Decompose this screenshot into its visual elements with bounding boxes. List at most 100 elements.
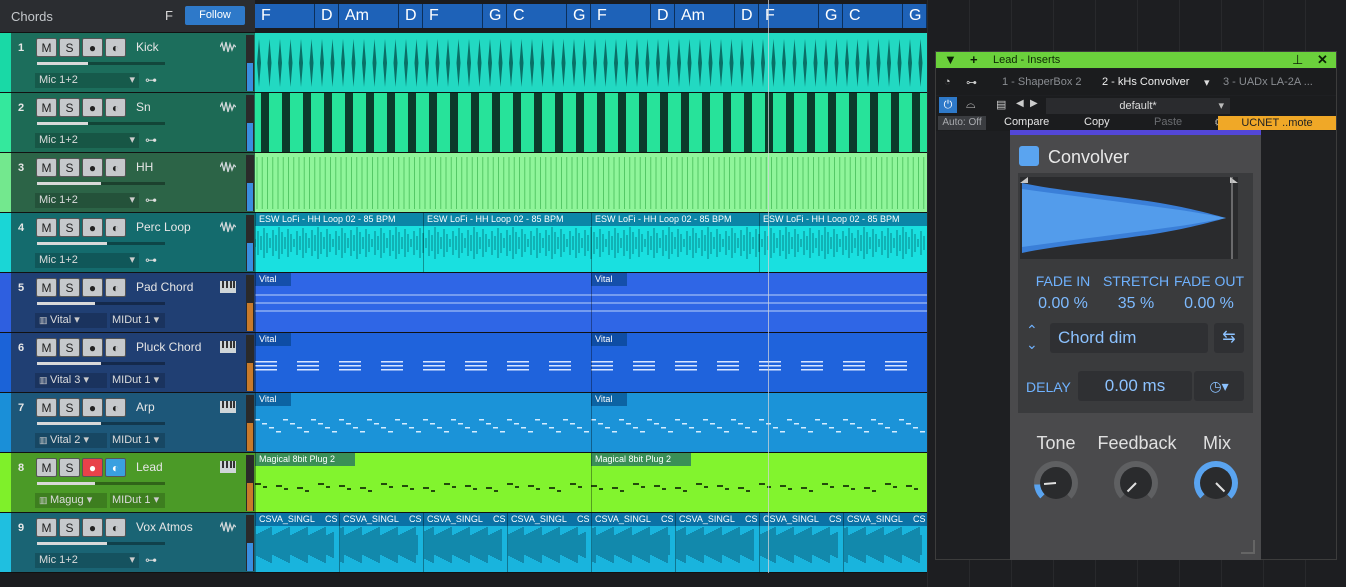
- instrument-select[interactable]: ▥ Vital 3 ▾: [35, 373, 107, 388]
- mute-button[interactable]: M: [36, 158, 57, 177]
- solo-button[interactable]: S: [59, 338, 80, 357]
- track-name[interactable]: Vox Atmos: [136, 520, 193, 534]
- clip-label[interactable]: CSVA_SINGL: [339, 513, 405, 526]
- clip-label[interactable]: CS: [741, 513, 759, 526]
- track-lane[interactable]: CSVA_SINGL CS CSVA_SINGL CS CSVA_SINGL CS CSVA…: [255, 513, 927, 573]
- solo-button[interactable]: S: [59, 458, 80, 477]
- track-header[interactable]: 9MS●◐ Vox Atmos Mic 1+2 ⊶: [0, 513, 255, 573]
- clip-label[interactable]: ESW LoFi - HH Loop 02 - 85 BPM: [255, 213, 423, 226]
- delay-sync-icon[interactable]: ◷▾: [1194, 371, 1244, 401]
- track-color-strip[interactable]: [0, 333, 11, 392]
- track-header[interactable]: 6 M S ● ◐ Pluck Chord ▥ Vital 3 ▾ MIDut 1 ▾: [0, 333, 255, 393]
- monitor-button[interactable]: ◐: [105, 518, 126, 537]
- input-select[interactable]: Mic 1+2: [35, 253, 139, 268]
- track-name[interactable]: HH: [136, 160, 153, 174]
- clip-label[interactable]: CSVA_SINGL: [423, 513, 489, 526]
- mute-button[interactable]: M: [36, 98, 57, 117]
- input-select[interactable]: Mic 1+2: [35, 193, 139, 208]
- track-lane[interactable]: [255, 153, 927, 213]
- next-preset-icon[interactable]: ▶: [1030, 98, 1038, 109]
- track-name[interactable]: Sn: [136, 100, 151, 114]
- volume-fader[interactable]: [37, 422, 165, 425]
- chord-block[interactable]: F: [591, 4, 651, 28]
- monitor-button[interactable]: ◐: [105, 278, 126, 297]
- track-name[interactable]: Kick: [136, 40, 159, 54]
- clip-label[interactable]: CS: [657, 513, 675, 526]
- routing-icon[interactable]: ⊶: [966, 76, 977, 89]
- fade-out-value[interactable]: 0.00 %: [1174, 295, 1244, 313]
- monitor-button[interactable]: ◐: [105, 398, 126, 417]
- tab-insert-1[interactable]: 1 - ShaperBox 2: [1002, 76, 1082, 88]
- clip-label[interactable]: CS: [321, 513, 339, 526]
- track-color-strip[interactable]: [0, 93, 11, 152]
- chord-block[interactable]: Am: [339, 4, 399, 28]
- chord-block[interactable]: D: [315, 4, 339, 28]
- record-arm-button[interactable]: ●: [82, 398, 103, 417]
- swap-icon[interactable]: ⇆: [1214, 323, 1244, 353]
- stretch-value[interactable]: 35 %: [1101, 295, 1171, 313]
- volume-fader[interactable]: [37, 482, 165, 485]
- monitor-button[interactable]: ◐: [105, 158, 126, 177]
- bypass-all-icon[interactable]: ◔: [944, 76, 951, 88]
- automation-icon[interactable]: ⌓: [966, 97, 976, 112]
- chord-block[interactable]: F: [255, 4, 315, 28]
- record-arm-button[interactable]: ●: [82, 218, 103, 237]
- compare-button[interactable]: Compare: [1004, 116, 1049, 128]
- instrument-select[interactable]: ▥ Vital ▾: [35, 313, 107, 328]
- monitor-button[interactable]: ◐: [105, 458, 126, 477]
- clip-label[interactable]: CS: [573, 513, 591, 526]
- close-icon[interactable]: ✕: [1317, 52, 1328, 68]
- chord-block[interactable]: G: [903, 4, 927, 28]
- clip-label[interactable]: Magical 8bit Plug 2: [591, 453, 691, 466]
- clip-label[interactable]: Magical 8bit Plug 2: [255, 453, 355, 466]
- monitor-button[interactable]: ◐: [105, 338, 126, 357]
- auto-off-button[interactable]: Auto: Off: [938, 116, 986, 130]
- volume-fader[interactable]: [37, 302, 165, 305]
- clip-label[interactable]: Vital: [255, 393, 291, 406]
- add-icon[interactable]: +: [970, 52, 978, 68]
- clip-label[interactable]: ESW LoFi - HH Loop 02 - 85 BPM: [423, 213, 591, 226]
- link-icon[interactable]: ⊶: [145, 74, 163, 86]
- track-color-strip[interactable]: [0, 33, 11, 92]
- solo-button[interactable]: S: [59, 38, 80, 57]
- clip-label[interactable]: Vital: [591, 273, 627, 286]
- clip-label[interactable]: Vital: [591, 333, 627, 346]
- track-name[interactable]: Pluck Chord: [136, 340, 201, 354]
- record-arm-button[interactable]: ●: [82, 278, 103, 297]
- record-arm-button[interactable]: ●: [82, 38, 103, 57]
- clip-label[interactable]: Vital: [255, 273, 291, 286]
- midi-output-select[interactable]: MIDut 1 ▾: [110, 493, 165, 508]
- solo-button[interactable]: S: [59, 98, 80, 117]
- fade-in-value[interactable]: 0.00 %: [1028, 295, 1098, 313]
- chevron-down-icon[interactable]: ▾: [1204, 76, 1210, 89]
- collapse-icon[interactable]: ▼: [944, 52, 957, 68]
- inserts-titlebar[interactable]: ▼ + Lead - Inserts ⊥ ✕: [936, 52, 1336, 68]
- link-icon[interactable]: ⊶: [145, 194, 163, 206]
- input-select[interactable]: Mic 1+2: [35, 73, 139, 88]
- link-icon[interactable]: ⊶: [145, 134, 163, 146]
- chord-block[interactable]: C: [507, 4, 567, 28]
- resize-handle-icon[interactable]: [1241, 540, 1255, 554]
- clip-label[interactable]: CSVA_SINGL: [843, 513, 909, 526]
- track-header[interactable]: 8 M S ● ◐ Lead ▥ Magug ▾ MIDut 1 ▾: [0, 453, 255, 513]
- clip-label[interactable]: CS: [405, 513, 423, 526]
- track-header[interactable]: 1MS●◐ Kick Mic 1+2 ⊶: [0, 33, 255, 93]
- impulse-response-display[interactable]: [1020, 177, 1238, 259]
- solo-button[interactable]: S: [59, 398, 80, 417]
- midi-output-select[interactable]: MIDut 1 ▾: [110, 373, 165, 388]
- clip-label[interactable]: Vital: [591, 393, 627, 406]
- track-name[interactable]: Pad Chord: [136, 280, 193, 294]
- track-header[interactable]: 2MS●◐ Sn Mic 1+2 ⊶: [0, 93, 255, 153]
- chord-block[interactable]: C: [843, 4, 903, 28]
- mute-button[interactable]: M: [36, 338, 57, 357]
- clip-label[interactable]: CS: [489, 513, 507, 526]
- track-color-strip[interactable]: [0, 513, 11, 572]
- track-header[interactable]: 7 M S ● ◐ Arp ▥ Vital 2 ▾ MIDut 1 ▾: [0, 393, 255, 453]
- chord-block[interactable]: G: [819, 4, 843, 28]
- preset-select[interactable]: default*: [1046, 98, 1230, 114]
- midi-output-select[interactable]: MIDut 1 ▾: [110, 433, 165, 448]
- track-lane[interactable]: Magical 8bit Plug 2 Magical 8bit Plug 2: [255, 453, 927, 513]
- record-arm-button[interactable]: ●: [82, 518, 103, 537]
- monitor-button[interactable]: ◐: [105, 218, 126, 237]
- track-color-strip[interactable]: [0, 393, 11, 452]
